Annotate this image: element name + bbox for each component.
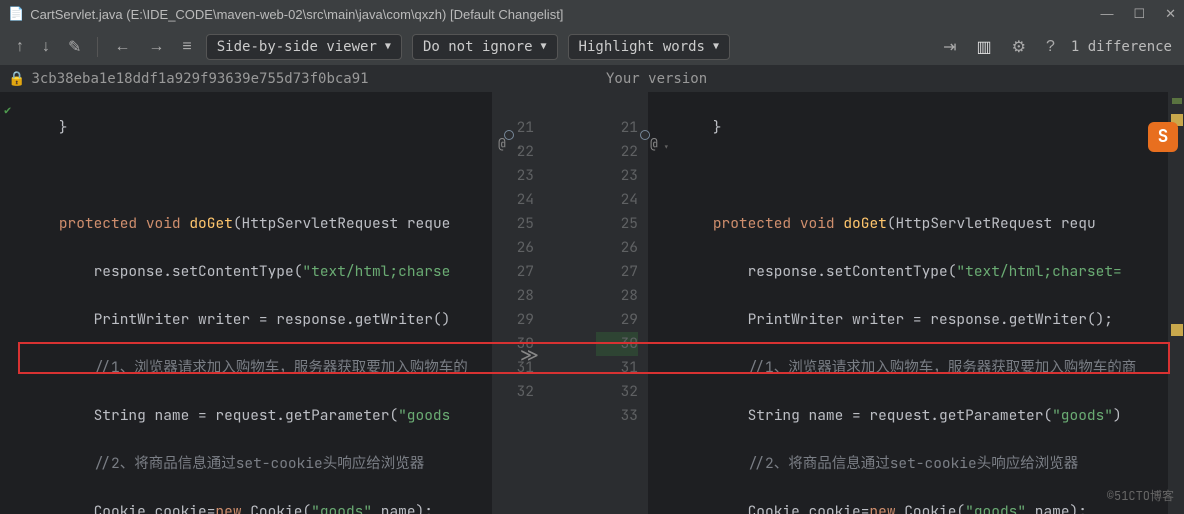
minimize-button[interactable]: — [1100,6,1113,22]
marker-icon[interactable] [504,130,514,140]
chevron-down-icon: ▼ [541,41,547,52]
changelist: [Default Changelist] [450,7,563,22]
right-line-numbers: 21 2223 2425 2627 2829 3031 3233 [596,92,648,514]
next-diff-button[interactable]: ↓ [38,36,54,58]
gutter-middle [544,92,596,514]
file-path: (E:\IDE_CODE\maven-web-02\src\main\java\… [126,7,446,22]
maximize-button[interactable]: ☐ [1133,6,1145,22]
code-line: String name = request.getParameter("good… [24,404,492,428]
title-bar: 📄 CartServlet.java (E:\IDE_CODE\maven-we… [0,0,1184,28]
chevron-down-icon: ▼ [713,41,719,52]
left-pane[interactable]: } protected void doGet(HttpServletReques… [0,92,492,514]
viewer-mode-label: Side-by-side viewer [217,39,377,55]
collapse-unchanged-button[interactable]: ⇥ [939,35,960,59]
chevron-down-icon: ▼ [385,41,391,52]
highlight-mode-label: Highlight words [579,39,705,55]
code-line: //2、将商品信息通过set-cookie头响应给浏览器 [678,452,1168,476]
separator [97,37,98,57]
code-line [24,164,492,188]
window-controls: — ☐ ✕ [1100,6,1176,22]
forward-button[interactable]: → [144,36,168,58]
code-line: } [24,116,492,140]
settings-button[interactable]: ⚙ [1008,35,1030,59]
code-line: response.setContentType("text/html;chars… [678,260,1168,284]
fold-up-icon[interactable]: ▴ [516,136,523,160]
list-button[interactable]: ≡ [178,36,195,58]
error-stripe[interactable] [1168,92,1184,514]
code-line [678,164,1168,188]
revision-header: 🔒 3cb38eba1e18ddf1a929f93639e755d73f0bca… [0,66,1184,92]
ignore-mode-label: Do not ignore [423,39,533,55]
right-pane[interactable]: } protected void doGet(HttpServletReques… [648,92,1168,514]
ignore-mode-select[interactable]: Do not ignore ▼ [412,34,558,60]
window-title: CartServlet.java (E:\IDE_CODE\maven-web-… [30,7,1100,22]
code-line: String name = request.getParameter("good… [678,404,1168,428]
diff-toolbar: ↑ ↓ ✎ ← → ≡ Side-by-side viewer ▼ Do not… [0,28,1184,66]
difference-count: 1 difference [1071,39,1172,55]
your-version-label: Your version [606,71,707,87]
highlight-mode-select[interactable]: Highlight words ▼ [568,34,730,60]
help-button[interactable]: ? [1042,36,1059,58]
code-line: response.setContentType("text/html;chars… [24,260,492,284]
code-line: protected void doGet(HttpServletRequest … [678,212,1168,236]
accept-change-button[interactable]: ≫ [520,344,539,368]
code-line: protected void doGet(HttpServletRequest … [24,212,492,236]
viewer-mode-select[interactable]: Side-by-side viewer ▼ [206,34,402,60]
prev-diff-button[interactable]: ↑ [12,36,28,58]
code-line: Cookie cookie=new Cookie("goods",name); [24,500,492,514]
file-icon: 📄 [8,6,24,22]
back-button[interactable]: ← [110,36,134,58]
code-line: PrintWriter writer = response.getWriter(… [24,308,492,332]
code-line: PrintWriter writer = response.getWriter(… [678,308,1168,332]
stripe-marker[interactable] [1172,98,1182,104]
revision-hash: 3cb38eba1e18ddf1a929f93639e755d73f0bca91 [31,71,368,87]
file-name: CartServlet.java [30,7,122,22]
sync-scroll-button[interactable]: ▥ [972,35,995,59]
lock-icon: 🔒 [8,71,25,87]
watermark: ©51CTO博客 [1107,484,1174,508]
stripe-marker[interactable] [1171,324,1183,336]
code-line: //1、浏览器请求加入购物车，服务器获取要加入购物车的 [24,356,492,380]
close-button[interactable]: ✕ [1165,6,1176,22]
code-line: //1、浏览器请求加入购物车，服务器获取要加入购物车的商 [678,356,1168,380]
input-method-badge[interactable]: S [1148,122,1178,152]
edit-source-button[interactable]: ✎ [64,35,85,59]
code-line: Cookie cookie=new Cookie("goods",name); [678,500,1168,514]
code-line: //2、将商品信息通过set-cookie头响应给浏览器 [24,452,492,476]
code-line: } [678,116,1168,140]
diff-viewer: ✔ } protected void doGet(HttpServletRequ… [0,92,1184,514]
